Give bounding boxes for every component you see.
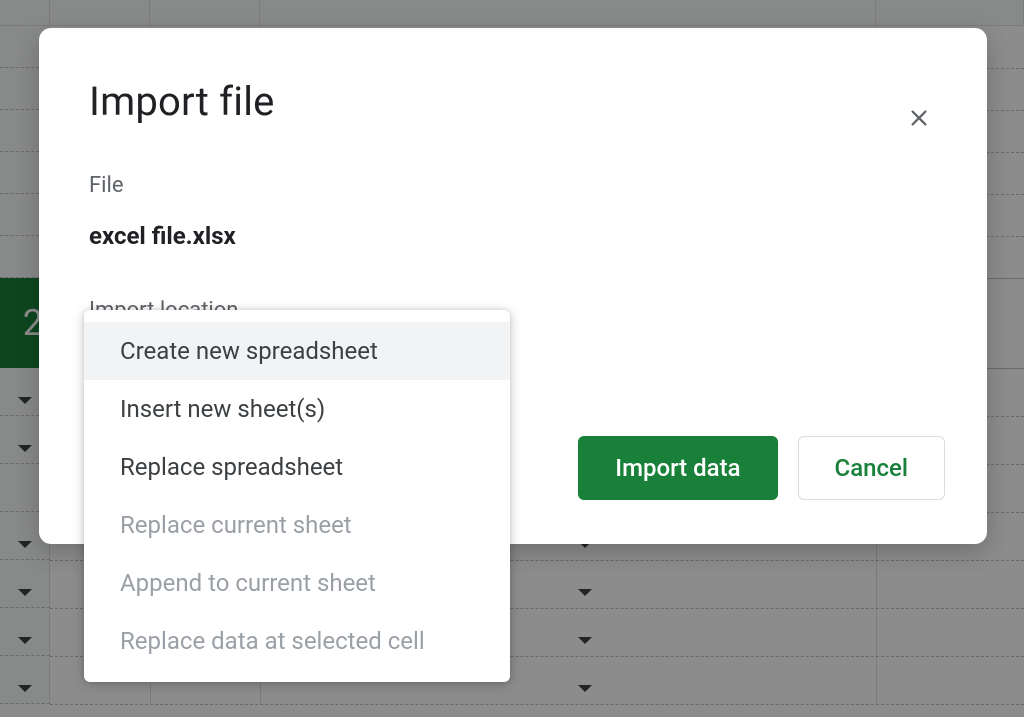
dialog-actions: Import data Cancel: [578, 436, 945, 500]
menu-item-create-new-spreadsheet[interactable]: Create new spreadsheet: [84, 322, 510, 380]
import-data-button[interactable]: Import data: [578, 436, 777, 500]
button-label: Cancel: [835, 454, 908, 482]
menu-item-label: Replace data at selected cell: [120, 627, 425, 655]
close-button[interactable]: [899, 100, 939, 140]
file-name: excel file.xlsx: [89, 222, 937, 250]
menu-item-label: Replace current sheet: [120, 511, 352, 539]
file-label: File: [89, 173, 937, 198]
import-location-dropdown: Create new spreadsheet Insert new sheet(…: [84, 310, 510, 682]
menu-item-insert-new-sheets[interactable]: Insert new sheet(s): [84, 380, 510, 438]
menu-item-label: Append to current sheet: [120, 569, 376, 597]
menu-item-append-to-current-sheet: Append to current sheet: [84, 554, 510, 612]
menu-item-label: Create new spreadsheet: [120, 337, 378, 365]
menu-item-replace-current-sheet: Replace current sheet: [84, 496, 510, 554]
menu-item-replace-spreadsheet[interactable]: Replace spreadsheet: [84, 438, 510, 496]
cancel-button[interactable]: Cancel: [798, 436, 945, 500]
menu-item-label: Insert new sheet(s): [120, 395, 325, 423]
menu-item-label: Replace spreadsheet: [120, 453, 343, 481]
menu-item-replace-data-at-selected-cell: Replace data at selected cell: [84, 612, 510, 670]
close-icon: [908, 105, 930, 135]
dialog-title: Import file: [89, 78, 937, 125]
button-label: Import data: [615, 454, 740, 482]
